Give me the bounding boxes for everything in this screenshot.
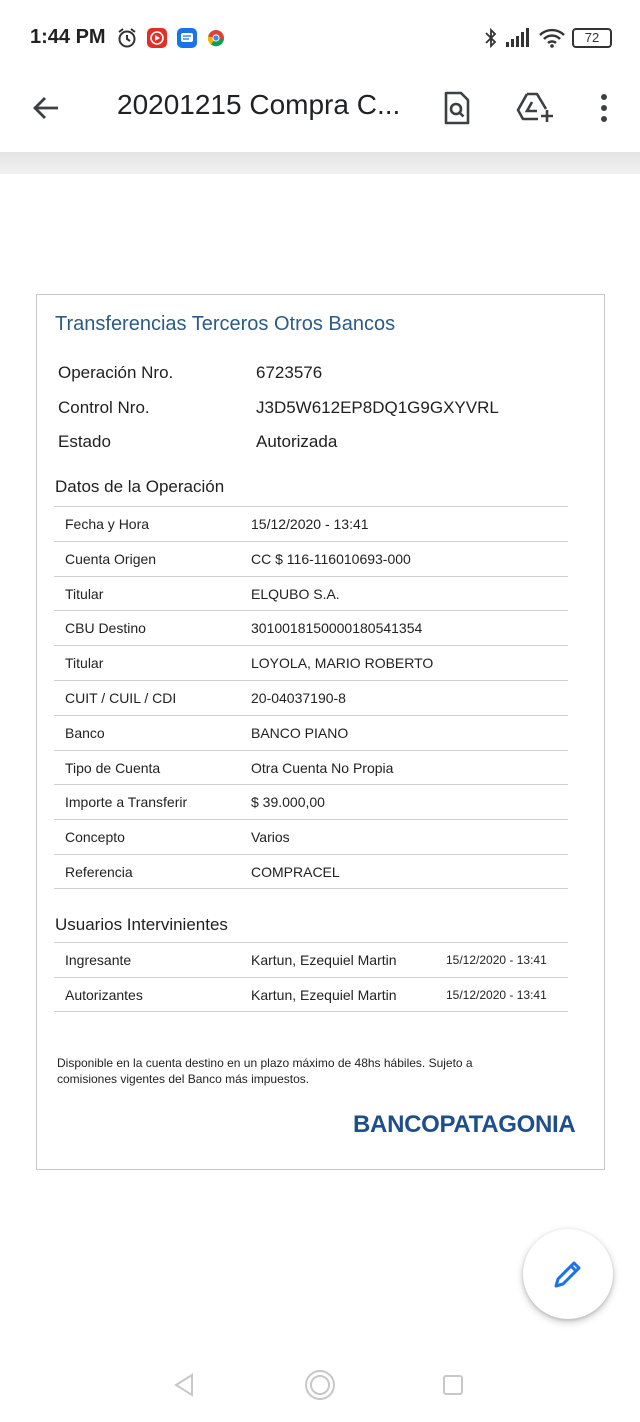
user-name: Kartun, Ezequiel Martin xyxy=(251,986,397,1003)
table-row: Banco BANCO PIANO xyxy=(54,714,568,750)
nav-recents-button[interactable] xyxy=(436,1368,470,1402)
more-vert-icon xyxy=(601,94,607,122)
youtube-music-icon xyxy=(146,27,168,49)
row-value: LOYOLA, MARIO ROBERTO xyxy=(251,655,434,672)
row-label: Importe a Transferir xyxy=(65,794,188,811)
summary-label: Operación Nro. xyxy=(58,363,174,382)
row-value: 15/12/2020 - 13:41 xyxy=(251,516,369,532)
alarm-icon xyxy=(116,27,138,49)
row-label: Titular xyxy=(65,585,104,602)
table-row: Referencia COMPRACEL xyxy=(54,853,568,889)
summary-value: J3D5W612EP8DQ1G9GXYVRL xyxy=(256,398,499,417)
operation-section-title: Datos de la Operación xyxy=(55,477,225,496)
system-nav-bar xyxy=(0,1352,640,1422)
table-row: Autorizantes Kartun, Ezequiel Martin 15/12… xyxy=(54,976,568,1012)
status-time: 1:44 PM xyxy=(30,26,106,48)
nav-home-icon xyxy=(305,1370,335,1400)
summary-value: Autorizada xyxy=(256,432,338,451)
row-value: 3010018150000180541354 xyxy=(251,620,423,637)
signal-icon xyxy=(505,27,531,54)
row-value: ELQUBO S.A. xyxy=(251,585,340,602)
nav-back-button[interactable] xyxy=(167,1368,201,1402)
nav-back-icon xyxy=(174,1373,193,1397)
row-label: CBU Destino xyxy=(65,620,146,637)
users-table: Ingresante Kartun, Ezequiel Martin 15/12/2… xyxy=(54,942,568,1012)
users-section-title: Usuarios Intervinientes xyxy=(55,915,228,934)
nav-recents-icon xyxy=(443,1375,463,1395)
summary-label: Estado xyxy=(58,432,111,451)
row-value: Otra Cuenta No Propia xyxy=(251,759,394,776)
nav-home-button[interactable] xyxy=(303,1368,337,1402)
chrome-icon xyxy=(205,27,227,49)
row-value: BANCO PIANO xyxy=(251,724,349,741)
row-value: CC $ 116-116010693-000 xyxy=(251,550,411,567)
user-role: Autorizantes xyxy=(65,986,143,1003)
app-bar-shadow xyxy=(0,152,640,174)
bluetooth-icon xyxy=(482,27,500,54)
table-row: Concepto Varios xyxy=(54,819,568,854)
row-label: Concepto xyxy=(65,829,125,846)
row-value: COMPRACEL xyxy=(251,863,340,880)
status-bar: 1:44 PM 72 xyxy=(0,0,640,76)
edit-fab-button[interactable] xyxy=(523,1229,613,1319)
row-value: Varios xyxy=(251,829,290,846)
document-page: Transferencias Terceros Otros Bancos Ope… xyxy=(36,294,605,1170)
operation-table: Fecha y Hora 15/12/2020 - 13:41 Cuenta Or… xyxy=(54,506,568,889)
table-row: Ingresante Kartun, Ezequiel Martin 15/12/2… xyxy=(54,942,568,977)
table-row: CBU Destino 3010018150000180541354 xyxy=(54,610,568,645)
user-role: Ingresante xyxy=(65,952,132,968)
table-row: CUIT / CUIL / CDI 20-04037190-8 xyxy=(54,679,568,715)
back-arrow-icon xyxy=(33,97,58,119)
edit-pencil-icon xyxy=(554,1261,581,1288)
row-value: $ 39.000,00 xyxy=(251,794,325,811)
row-value: 20-04037190-8 xyxy=(251,689,346,706)
document-title: 20201215 Compra C... xyxy=(117,89,401,120)
row-label: Banco xyxy=(65,724,105,741)
summary-label: Control Nro. xyxy=(58,398,150,417)
add-to-drive-icon xyxy=(516,92,553,122)
battery-level: 72 xyxy=(572,28,612,48)
table-row: Tipo de Cuenta Otra Cuenta No Propia xyxy=(54,749,568,785)
bank-logo: BANCOPATAGONIA xyxy=(353,1111,576,1138)
user-date: 15/12/2020 - 13:41 xyxy=(446,987,547,1002)
wifi-icon xyxy=(538,27,566,54)
table-row: Cuenta Origen CC $ 116-116010693-000 xyxy=(54,540,568,576)
back-button[interactable] xyxy=(26,88,66,128)
user-date: 15/12/2020 - 13:41 xyxy=(446,953,547,967)
table-row: Fecha y Hora 15/12/2020 - 13:41 xyxy=(54,506,568,541)
row-label: Fecha y Hora xyxy=(65,516,150,532)
row-label: Cuenta Origen xyxy=(65,550,157,567)
row-label: Referencia xyxy=(65,863,133,880)
table-row: Importe a Transferir $ 39.000,00 xyxy=(54,784,568,819)
more-options-button[interactable] xyxy=(582,86,626,130)
user-name: Kartun, Ezequiel Martin xyxy=(251,952,397,968)
row-label: Tipo de Cuenta xyxy=(65,759,161,776)
find-in-page-button[interactable] xyxy=(435,86,479,130)
row-label: CUIT / CUIL / CDI xyxy=(65,689,177,706)
table-row: Titular ELQUBO S.A. xyxy=(54,575,568,611)
row-label: Titular xyxy=(65,655,104,672)
document-heading: Transferencias Terceros Otros Bancos xyxy=(55,313,396,335)
summary-value: 6723576 xyxy=(256,363,323,382)
messages-icon xyxy=(176,27,198,49)
battery-icon: 72 xyxy=(572,28,612,48)
table-row: Titular LOYOLA, MARIO ROBERTO xyxy=(54,645,568,680)
find-in-page-icon xyxy=(444,91,470,125)
app-bar: 20201215 Compra C... xyxy=(0,76,640,152)
add-to-drive-button[interactable] xyxy=(513,86,557,130)
disclaimer-text: Disponible en la cuenta destino en un pl… xyxy=(57,1056,473,1086)
